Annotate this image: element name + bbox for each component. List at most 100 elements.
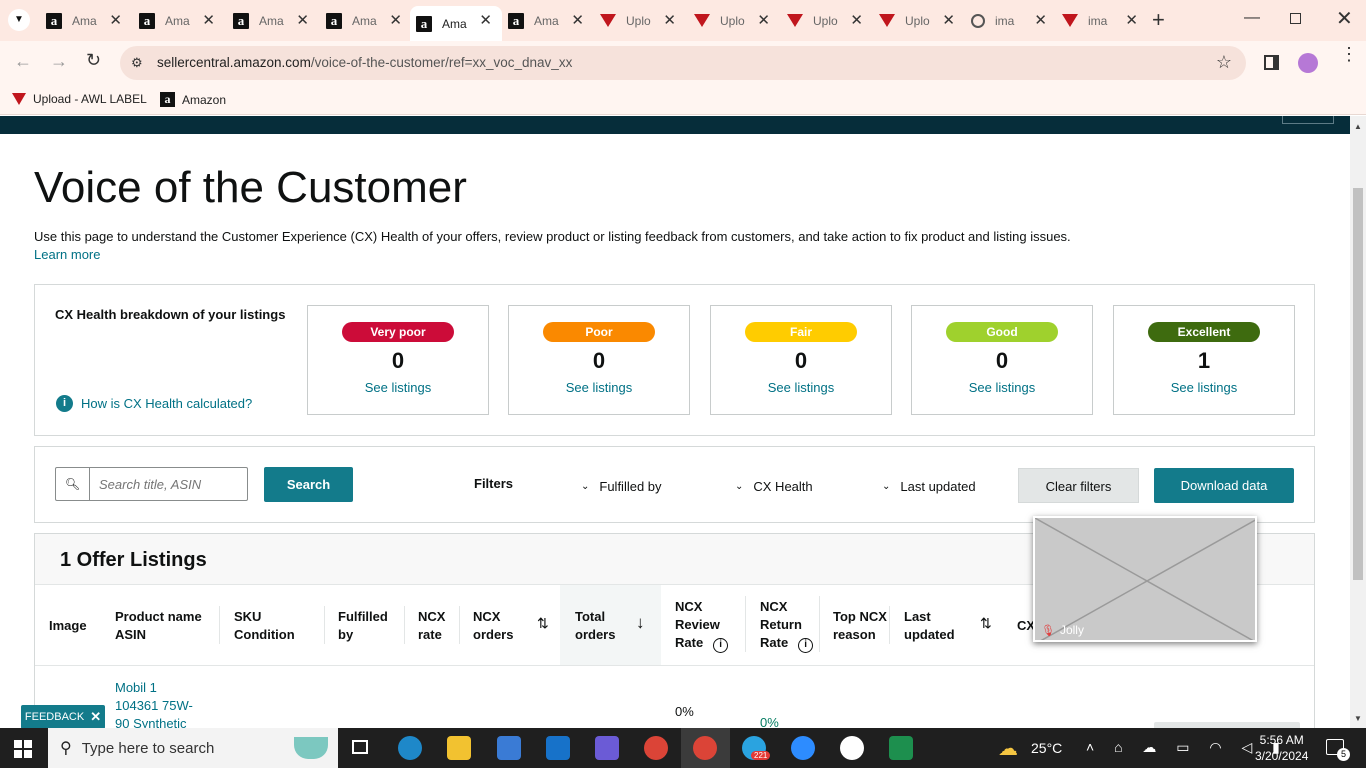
info-outline-icon[interactable]: i (798, 638, 814, 653)
close-window-icon[interactable]: ✕ (1336, 6, 1353, 31)
close-icon[interactable]: ✕ (90, 709, 101, 725)
learn-more-link[interactable]: Learn more (34, 247, 100, 262)
tab-title: Ama (352, 13, 377, 28)
profile-avatar[interactable] (1298, 53, 1318, 73)
mail-icon[interactable] (546, 736, 570, 760)
browser-tab[interactable]: Uplo ✕ (594, 6, 686, 35)
see-listings-link[interactable]: See listings (711, 380, 891, 395)
close-tab-icon[interactable]: ✕ (202, 11, 215, 29)
site-info-icon[interactable]: ⚙ (131, 55, 143, 71)
sort-both-icon[interactable]: ⇅ (980, 615, 992, 632)
sort-both-icon[interactable]: ⇅ (537, 615, 549, 632)
see-listings-link[interactable]: See listings (1114, 380, 1294, 395)
info-outline-icon[interactable]: i (713, 638, 729, 653)
restore-icon[interactable] (1290, 13, 1301, 24)
browser-tab[interactable]: a Ama ✕ (227, 6, 319, 35)
address-bar[interactable]: ⚙ sellercentral.amazon.com/voice-of-the-… (120, 46, 1246, 80)
minimize-icon[interactable]: — (1244, 9, 1260, 27)
zoom-icon[interactable] (791, 736, 815, 760)
bookmark-star-icon[interactable]: ☆ (1216, 52, 1232, 73)
file-explorer-icon[interactable] (447, 736, 471, 760)
browser-tab[interactable]: a Ama ✕ (502, 6, 594, 35)
taskbar-search-box[interactable]: ⚲ Type here to search (48, 728, 338, 768)
listings-heading: 1 Offer Listings (60, 549, 207, 571)
weather-icon[interactable]: ☁ (998, 736, 1018, 761)
store-icon[interactable] (497, 736, 521, 760)
browser-tab[interactable]: a Ama ✕ (320, 6, 412, 35)
download-data-button[interactable]: Download data (1154, 468, 1294, 503)
close-tab-icon[interactable]: ✕ (942, 11, 955, 29)
chrome-profile-icon[interactable] (693, 736, 717, 760)
browser-tab[interactable]: ima ✕ (1056, 6, 1148, 35)
browser-tab[interactable]: a Ama ✕ (410, 6, 502, 41)
ncx-return-rate-value: 0% (760, 715, 779, 728)
new-tab-icon[interactable]: + (1152, 7, 1165, 33)
scroll-up-icon[interactable]: ▲ (1354, 122, 1362, 131)
see-listings-link[interactable]: See listings (509, 380, 689, 395)
browser-tab[interactable]: ima ✕ (965, 6, 1057, 35)
close-tab-icon[interactable]: ✕ (571, 11, 584, 29)
close-tab-icon[interactable]: ✕ (1034, 11, 1047, 29)
back-icon[interactable]: ← (14, 51, 32, 72)
search-button[interactable]: Search (264, 467, 353, 502)
scrollbar-thumb[interactable] (1353, 188, 1363, 580)
cx-health-info-link[interactable]: i How is CX Health calculated? (56, 395, 252, 412)
tab-title: Uplo (813, 13, 838, 28)
close-tab-icon[interactable]: ✕ (296, 11, 309, 29)
edge-icon[interactable] (398, 736, 422, 760)
awl-icon (787, 14, 803, 27)
last-updated-dropdown[interactable]: ⌄ Last updated (882, 479, 976, 494)
chart-app-icon[interactable] (889, 736, 913, 760)
amazon-icon: a (233, 12, 249, 29)
weather-temp[interactable]: 25°C (1031, 740, 1062, 756)
url-path: /voice-of-the-customer/ref=xx_voc_dnav_x… (310, 55, 573, 70)
tab-search-button[interactable]: ▼ (8, 9, 30, 31)
cx-health-dropdown[interactable]: ⌄ CX Health (735, 479, 813, 494)
sort-down-icon[interactable]: ↓ (636, 613, 645, 633)
col-divider (459, 606, 460, 644)
reload-icon[interactable]: ↻ (86, 50, 101, 71)
close-tab-icon[interactable]: ✕ (479, 11, 492, 29)
see-listings-link[interactable]: See listings (912, 380, 1092, 395)
side-panel-icon[interactable] (1264, 55, 1279, 70)
product-name-link[interactable]: Mobil 1 104361 75W- 90 Synthetic (115, 679, 193, 728)
header-button-outline[interactable] (1282, 116, 1334, 124)
browser-tab[interactable]: a Ama ✕ (133, 6, 225, 35)
clock[interactable]: 5:56 AM 3/20/2024 (1255, 732, 1308, 764)
close-tab-icon[interactable]: ✕ (109, 11, 122, 29)
see-listings-link[interactable]: See listings (308, 380, 488, 395)
close-tab-icon[interactable]: ✕ (389, 11, 402, 29)
col-ncx-review-rate: NCX Review Rate i (675, 598, 729, 653)
tab-title: Uplo (720, 13, 745, 28)
close-tab-icon[interactable]: ✕ (850, 11, 863, 29)
fulfilled-by-dropdown[interactable]: ⌄ Fulfilled by (581, 479, 662, 494)
clear-filters-button[interactable]: Clear filters (1018, 468, 1139, 503)
browser-tab[interactable]: a Ama ✕ (40, 6, 132, 35)
menu-kebab-icon[interactable]: ⋮ (1340, 45, 1358, 63)
forward-icon[interactable]: → (50, 51, 68, 72)
close-tab-icon[interactable]: ✕ (757, 11, 770, 29)
search-icon: ⚲ (60, 740, 72, 757)
chrome-icon[interactable] (644, 736, 668, 760)
close-tab-icon[interactable]: ✕ (1125, 11, 1138, 29)
windows-start-icon[interactable] (14, 740, 32, 758)
cx-health-card-excellent: Excellent 1 See listings (1113, 305, 1295, 415)
video-call-thumbnail[interactable]: 🎙︎ Jolly (1033, 516, 1257, 642)
slack-icon[interactable] (840, 736, 864, 760)
copilot-icon[interactable] (595, 736, 619, 760)
task-view-icon[interactable] (352, 740, 368, 754)
close-tab-icon[interactable]: ✕ (663, 11, 676, 29)
col-ncx-rate: NCX rate (418, 609, 446, 642)
browser-tab[interactable]: Uplo ✕ (688, 6, 780, 35)
bookmark-amazon[interactable]: a Amazon (160, 92, 226, 107)
browser-tab[interactable]: Uplo ✕ (873, 6, 965, 35)
feedback-button[interactable]: FEEDBACK ✕ (21, 705, 105, 728)
page-scrollbar[interactable]: ▲ ▼ (1350, 116, 1366, 728)
search-input[interactable] (90, 468, 246, 500)
cx-health-count: 0 (794, 348, 808, 373)
tab-title: Ama (165, 13, 190, 28)
browser-tab[interactable]: Uplo ✕ (781, 6, 873, 35)
scroll-down-icon[interactable]: ▼ (1354, 714, 1362, 723)
search-box[interactable]: 🔍︎ (55, 467, 248, 501)
bookmark-upload-awl[interactable]: Upload - AWL LABEL (12, 92, 147, 106)
